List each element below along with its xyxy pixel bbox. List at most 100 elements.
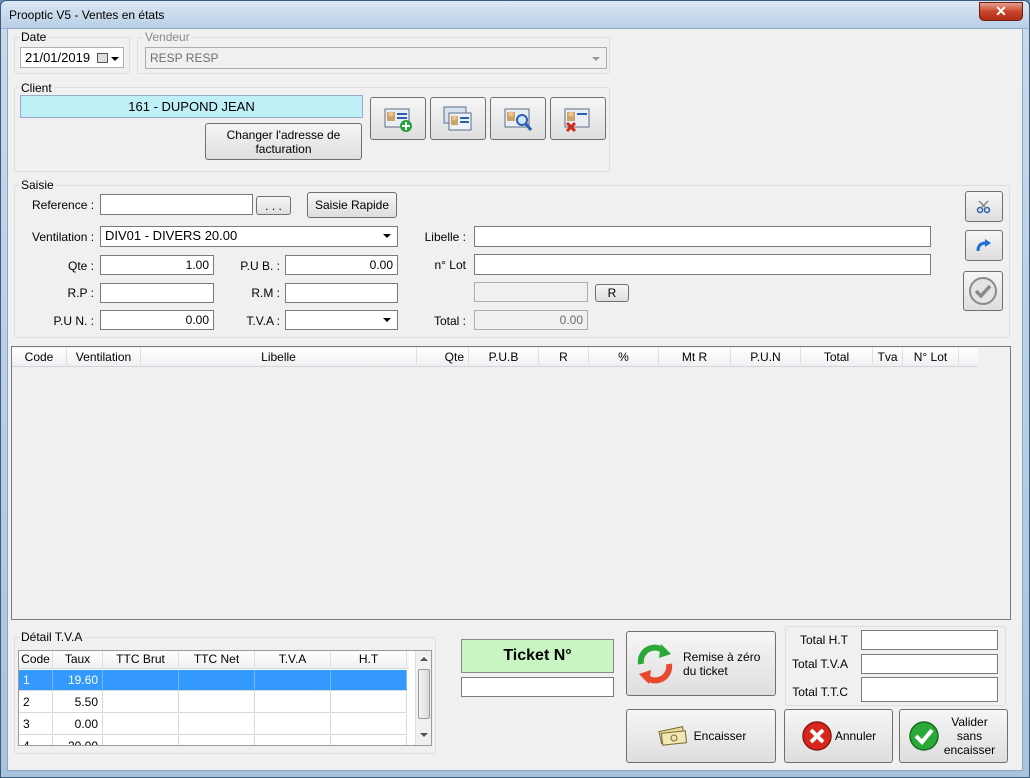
tva-col-code[interactable]: Code <box>19 651 53 669</box>
grid-col-qte[interactable]: Qte <box>417 348 469 367</box>
lot-label: n° Lot <box>434 258 467 272</box>
total-label: Total : <box>433 314 466 328</box>
tva-cell-ttc-net <box>179 692 255 713</box>
client-name-field[interactable]: 161 - DUPOND JEAN <box>20 95 363 118</box>
grid-col-percent[interactable]: % <box>589 348 659 367</box>
tva-row[interactable]: 1 19.60 <box>19 670 407 691</box>
grid-col-pub[interactable]: P.U.B <box>469 348 539 367</box>
grid-col-tva[interactable]: Tva <box>873 348 903 367</box>
libelle-input[interactable] <box>474 226 931 247</box>
scrollbar-thumb[interactable] <box>418 669 430 719</box>
ticket-number-label: Ticket N° <box>461 639 614 673</box>
window-close-button[interactable]: ✕ <box>979 2 1023 21</box>
delete-client-button[interactable] <box>550 97 606 140</box>
client-cards-button[interactable] <box>430 97 486 140</box>
tva-cell-ttc-net <box>179 670 255 691</box>
tva-col-tva[interactable]: T.V.A <box>255 651 331 669</box>
title-bar[interactable]: Prooptic V5 - Ventes en états ✕ <box>1 1 1029 29</box>
qte-input[interactable]: 1.00 <box>100 255 214 275</box>
grid-col-libelle[interactable]: Libelle <box>141 348 417 367</box>
pub-label: P.U B. : <box>240 259 280 273</box>
r-button[interactable]: R <box>595 284 629 302</box>
ticket-number-field[interactable] <box>461 677 614 697</box>
tva-cell-ttc-brut <box>103 692 179 713</box>
tva-detail-header: Code Taux TTC Brut TTC Net T.V.A H.T <box>19 651 409 669</box>
ventilation-select[interactable]: DIV01 - DIVERS 20.00 <box>100 226 398 247</box>
total-tva-label: Total T.V.A <box>791 657 848 671</box>
grid-col-r[interactable]: R <box>539 348 589 367</box>
scroll-down-icon[interactable] <box>420 733 428 737</box>
ventilation-value: DIV01 - DIVERS 20.00 <box>105 228 238 243</box>
check-circle-icon <box>969 277 997 305</box>
add-user-card-icon <box>384 108 412 132</box>
tva-row[interactable]: 4 20.00 <box>19 736 407 745</box>
refresh-arrows-icon <box>637 643 673 684</box>
vendeur-value: RESP RESP <box>150 51 219 65</box>
date-picker[interactable]: 21/01/2019 <box>20 47 124 68</box>
reset-ticket-button[interactable]: Remise à zéro du ticket <box>626 631 776 696</box>
tva-cell-taux: 5.50 <box>53 692 103 713</box>
tva-detail-scrollbar[interactable] <box>415 651 431 745</box>
tva-cell-ttc-brut <box>103 714 179 735</box>
vendeur-select[interactable]: RESP RESP <box>145 47 607 69</box>
tva-select[interactable] <box>285 310 398 330</box>
reference-input[interactable] <box>100 194 253 215</box>
clear-entry-button[interactable] <box>965 191 1003 222</box>
remove-user-card-icon <box>564 108 590 132</box>
total-ttc-field <box>861 677 998 702</box>
check-circle-icon <box>908 721 939 751</box>
tva-cell-tva <box>255 736 331 745</box>
total-ht-field <box>861 630 998 650</box>
browse-reference-button[interactable]: . . . <box>256 196 291 215</box>
valider-sans-encaisser-button[interactable]: Valider sans encaisser <box>899 709 1008 763</box>
tva-cell-ht <box>331 736 407 745</box>
grid-col-ventilation[interactable]: Ventilation <box>67 348 141 367</box>
tva-col-ht[interactable]: H.T <box>331 651 407 669</box>
tva-col-ttc-net[interactable]: TTC Net <box>179 651 255 669</box>
cancel-icon <box>802 721 832 751</box>
window-title: Prooptic V5 - Ventes en états <box>9 8 165 22</box>
encaisser-button[interactable]: Encaisser <box>626 709 776 763</box>
grid-col-total[interactable]: Total <box>801 348 873 367</box>
tva-col-ttc-brut[interactable]: TTC Brut <box>103 651 179 669</box>
tva-cell-code: 1 <box>19 670 53 691</box>
grid-col-pun[interactable]: P.U.N <box>731 348 801 367</box>
search-client-button[interactable] <box>490 97 546 140</box>
r-value-field <box>474 282 588 302</box>
vendeur-legend: Vendeur <box>143 30 192 44</box>
tva-detail-legend: Détail T.V.A <box>19 630 85 644</box>
grid-col-lot[interactable]: N° Lot <box>903 348 959 367</box>
tva-cell-tva <box>255 714 331 735</box>
validate-line-button[interactable] <box>963 271 1003 311</box>
rp-input[interactable] <box>100 283 214 303</box>
rm-input[interactable] <box>285 283 398 303</box>
grid-col-mtr[interactable]: Mt R <box>659 348 731 367</box>
scroll-up-icon[interactable] <box>420 657 428 661</box>
lines-grid[interactable] <box>11 346 1011 620</box>
redo-button[interactable] <box>965 230 1003 261</box>
pun-input[interactable]: 0.00 <box>100 310 214 330</box>
quick-entry-button[interactable]: Saisie Rapide <box>307 192 397 218</box>
tva-cell-taux: 0.00 <box>53 714 103 735</box>
pub-input[interactable]: 0.00 <box>285 255 398 275</box>
total-field: 0.00 <box>474 310 588 330</box>
grid-col-code[interactable]: Code <box>12 348 67 367</box>
tva-col-taux[interactable]: Taux <box>53 651 103 669</box>
lot-input[interactable] <box>474 254 931 275</box>
reset-ticket-label: Remise à zéro du ticket <box>683 649 761 678</box>
redo-arrow-icon <box>976 238 991 251</box>
date-legend: Date <box>19 30 49 44</box>
calendar-icon[interactable] <box>97 53 108 63</box>
change-billing-address-button[interactable]: Changer l'adresse de facturation <box>205 123 362 160</box>
tva-row[interactable]: 3 0.00 <box>19 714 407 735</box>
chevron-down-icon[interactable] <box>111 57 119 61</box>
tva-cell-ttc-net <box>179 714 255 735</box>
lines-grid-header: Code Ventilation Libelle Qte P.U.B R % M… <box>12 348 978 367</box>
contact-cards-icon <box>443 106 472 130</box>
tva-detail-table[interactable]: Code Taux TTC Brut TTC Net T.V.A H.T 1 1… <box>18 650 432 746</box>
tva-row[interactable]: 2 5.50 <box>19 692 407 713</box>
tva-cell-code: 3 <box>19 714 53 735</box>
annuler-button[interactable]: Annuler <box>784 709 893 763</box>
tva-cell-code: 4 <box>19 736 53 745</box>
add-client-button[interactable] <box>370 97 426 140</box>
